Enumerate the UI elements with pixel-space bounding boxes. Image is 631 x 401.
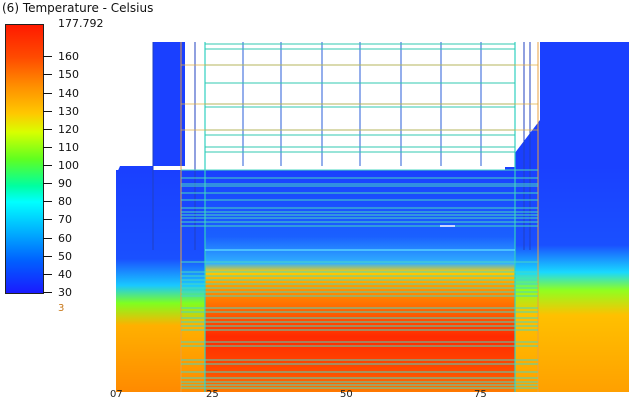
center-block — [205, 170, 515, 392]
temperature-field-plot — [116, 42, 629, 392]
left-column — [116, 170, 206, 392]
x-tick-label: 25 — [206, 389, 219, 400]
x-tick-label: 07 — [110, 389, 123, 400]
x-tick-label: 75 — [474, 389, 487, 400]
x-tick-label: 50 — [340, 389, 353, 400]
